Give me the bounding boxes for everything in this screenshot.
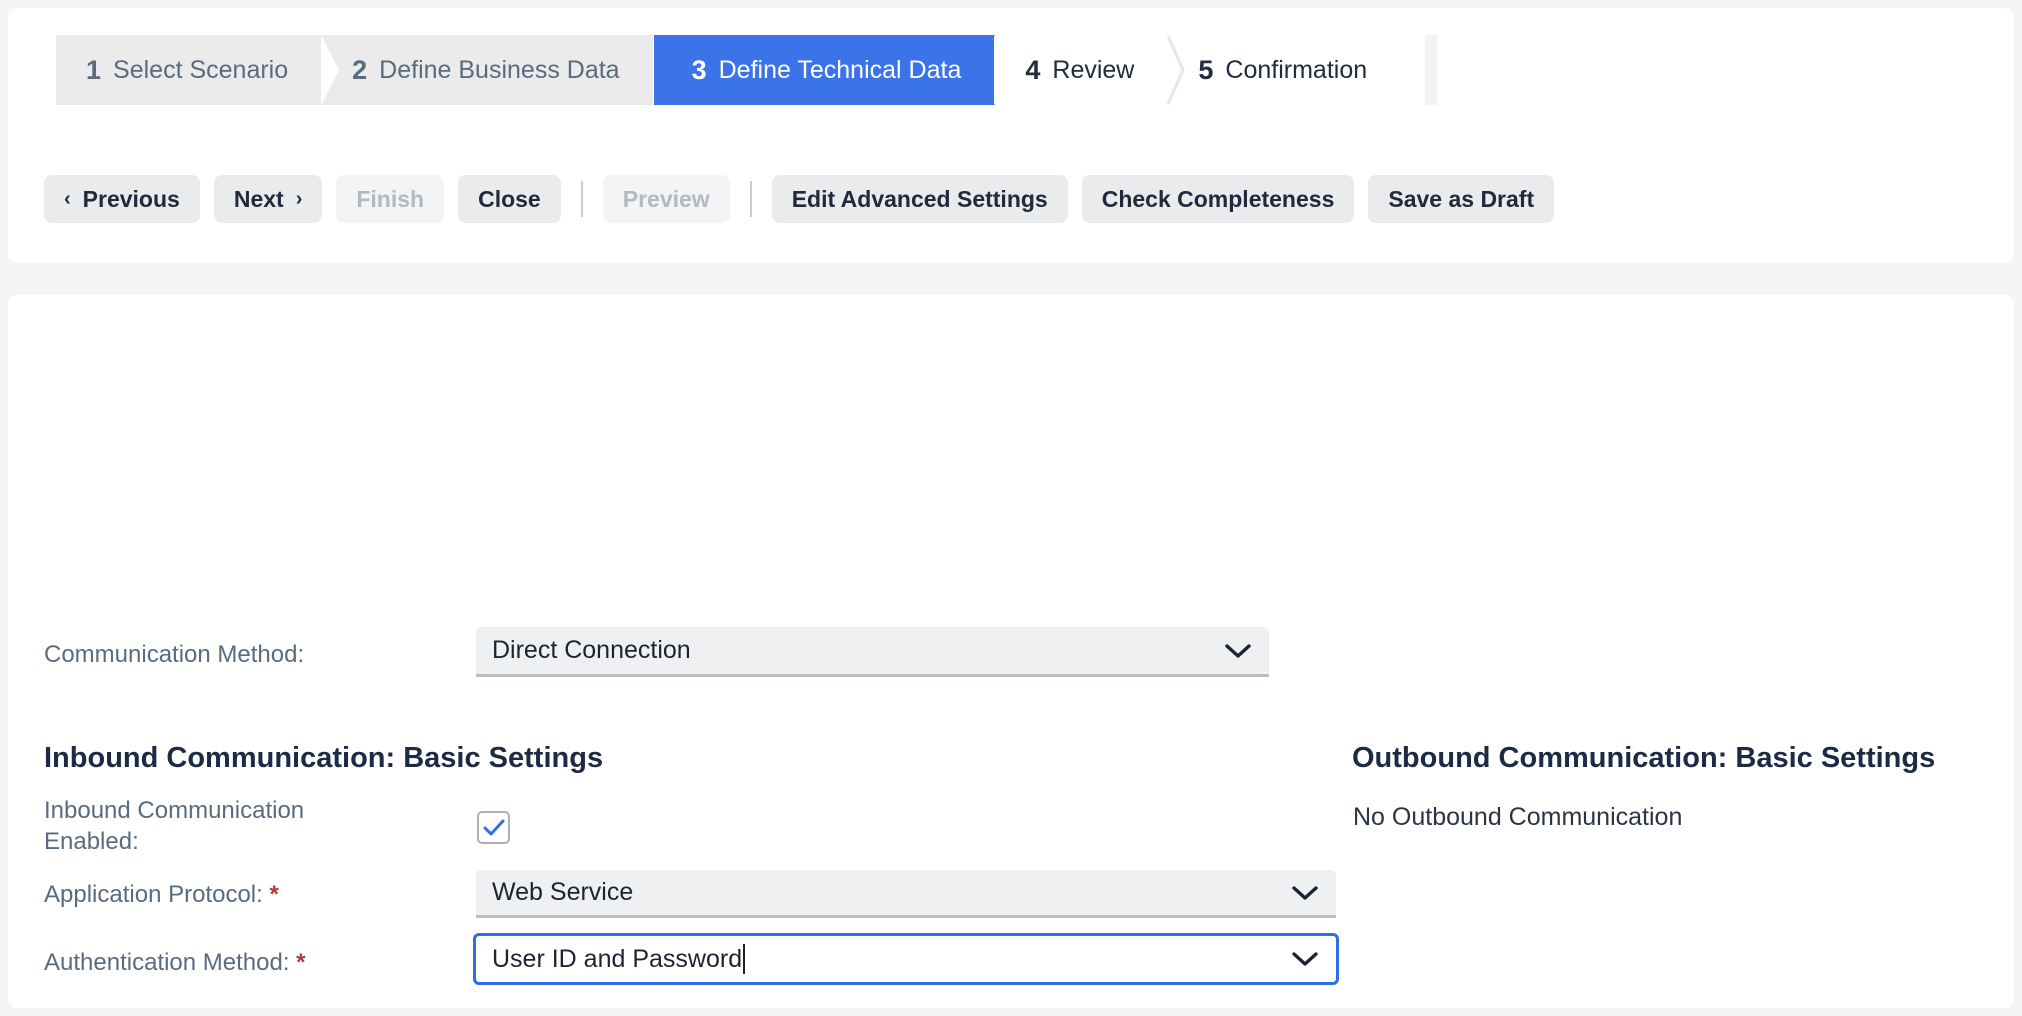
wizard-step-3-label: Define Technical Data xyxy=(719,56,962,85)
save-as-draft-label: Save as Draft xyxy=(1388,186,1534,213)
inbound-section-title: Inbound Communication: Basic Settings xyxy=(44,742,603,775)
edit-advanced-settings-button[interactable]: Edit Advanced Settings xyxy=(772,175,1068,223)
wizard-step-bar: 1 Select Scenario 2 Define Business Data… xyxy=(56,35,1437,105)
wizard-step-3-number: 3 xyxy=(692,55,707,86)
authentication-method-label-text: Authentication Method: xyxy=(44,949,290,976)
chevron-down-icon xyxy=(1292,951,1318,967)
authentication-method-label: Authentication Method: * xyxy=(44,948,306,979)
wizard-step-1[interactable]: 1 Select Scenario xyxy=(56,35,322,105)
inbound-enabled-checkbox[interactable] xyxy=(477,811,510,844)
technical-data-form-card: Communication Method: Direct Connection … xyxy=(8,295,2014,1008)
application-protocol-value: Web Service xyxy=(492,878,633,907)
wizard-step-4-number: 4 xyxy=(1025,55,1040,86)
wizard-step-3[interactable]: 3 Define Technical Data xyxy=(654,35,996,105)
preview-button: Preview xyxy=(603,175,730,223)
next-button[interactable]: Next › xyxy=(214,175,323,223)
communication-method-select[interactable]: Direct Connection xyxy=(476,627,1269,677)
application-protocol-required-asterisk: * xyxy=(269,881,278,908)
outbound-section-title: Outbound Communication: Basic Settings xyxy=(1352,742,1935,775)
close-button[interactable]: Close xyxy=(458,175,561,223)
wizard-step-4[interactable]: 4 Review xyxy=(995,35,1168,105)
check-completeness-label: Check Completeness xyxy=(1102,186,1335,213)
outbound-empty-text: No Outbound Communication xyxy=(1353,803,1682,832)
wizard-step-1-number: 1 xyxy=(86,55,101,86)
wizard-step-2[interactable]: 2 Define Business Data xyxy=(322,35,653,105)
toolbar-divider-2 xyxy=(750,181,752,217)
finish-button: Finish xyxy=(336,175,444,223)
inbound-enabled-label: Inbound Communication Enabled: xyxy=(44,796,364,857)
authentication-method-value: User ID and Password xyxy=(492,945,742,974)
close-button-label: Close xyxy=(478,186,541,213)
communication-method-value: Direct Connection xyxy=(492,636,691,665)
previous-button[interactable]: ‹ Previous xyxy=(44,175,200,223)
wizard-step-4-label: Review xyxy=(1052,56,1134,85)
wizard-step-4-chevron-icon xyxy=(1167,35,1185,105)
application-protocol-label-text: Application Protocol: xyxy=(44,881,263,908)
wizard-step-2-label: Define Business Data xyxy=(379,56,619,85)
wizard-step-2-number: 2 xyxy=(352,55,367,86)
wizard-step-5[interactable]: 5 Confirmation xyxy=(1168,35,1401,105)
finish-button-label: Finish xyxy=(356,186,424,213)
application-protocol-select[interactable]: Web Service xyxy=(476,870,1336,918)
checkmark-icon xyxy=(483,819,505,837)
next-button-label: Next xyxy=(234,186,284,213)
chevron-left-icon: ‹ xyxy=(64,189,71,209)
wizard-end-divider xyxy=(1425,35,1437,105)
authentication-method-required-asterisk: * xyxy=(296,949,305,976)
text-cursor xyxy=(743,944,745,974)
edit-advanced-settings-label: Edit Advanced Settings xyxy=(792,186,1048,213)
page-root: 1 Select Scenario 2 Define Business Data… xyxy=(0,0,2022,1016)
chevron-down-icon xyxy=(1225,643,1251,659)
authentication-method-select[interactable]: User ID and Password xyxy=(473,933,1339,985)
wizard-toolbar-card: 1 Select Scenario 2 Define Business Data… xyxy=(8,8,2014,263)
check-completeness-button[interactable]: Check Completeness xyxy=(1082,175,1355,223)
wizard-step-5-number: 5 xyxy=(1198,55,1213,86)
wizard-step-3-chevron-icon xyxy=(994,35,1012,105)
save-as-draft-button[interactable]: Save as Draft xyxy=(1368,175,1554,223)
preview-button-label: Preview xyxy=(623,186,710,213)
wizard-step-1-label: Select Scenario xyxy=(113,56,288,85)
toolbar-divider-1 xyxy=(581,181,583,217)
wizard-toolbar: ‹ Previous Next › Finish Close Preview E… xyxy=(44,175,1568,223)
previous-button-label: Previous xyxy=(83,186,180,213)
application-protocol-label: Application Protocol: * xyxy=(44,880,279,911)
chevron-right-icon: › xyxy=(296,189,303,209)
communication-method-label: Communication Method: xyxy=(44,640,304,671)
wizard-step-1-chevron-icon xyxy=(321,35,339,105)
chevron-down-icon xyxy=(1292,885,1318,901)
wizard-step-5-label: Confirmation xyxy=(1225,56,1367,85)
